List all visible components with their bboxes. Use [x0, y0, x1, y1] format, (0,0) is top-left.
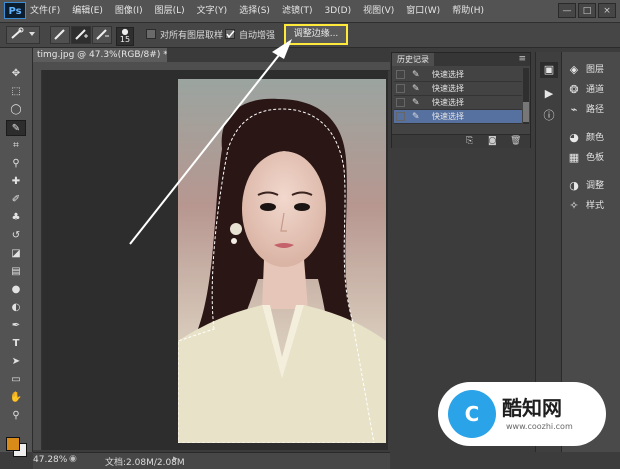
trash-icon[interactable]: 🗑	[510, 135, 521, 148]
quick-selection-brush-icon: ✎	[412, 84, 420, 94]
quick-selection-brush-icon: ✎	[412, 98, 420, 108]
swatches-grid-icon: ▦	[568, 151, 580, 164]
history-scrollbar[interactable]	[523, 68, 529, 124]
history-item-label: 快速选择	[432, 98, 464, 107]
panel-channels[interactable]: ❂ 通道	[566, 82, 620, 98]
status-menu-arrow-icon[interactable]: ▸	[173, 454, 178, 464]
styles-icon: ✧	[569, 199, 579, 212]
info-panel-icon[interactable]: ⓘ	[540, 108, 558, 124]
history-item-label: 快速选择	[432, 70, 464, 79]
panel-channels-label: 通道	[586, 85, 605, 95]
history-panel-footer: ⎘ ◙ 🗑	[392, 134, 530, 148]
history-checkbox[interactable]	[396, 98, 405, 107]
panel-color[interactable]: ◕ 颜色	[566, 130, 620, 146]
panel-color-label: 颜色	[586, 133, 605, 143]
history-scrollbar-thumb[interactable]	[523, 102, 529, 122]
history-item[interactable]: ✎ 快速选择	[394, 96, 522, 110]
history-item-selected[interactable]: ✎ 快速选择	[394, 110, 522, 124]
coozhi-logo-icon: C	[448, 390, 496, 438]
watermark-name: 酷知网	[502, 396, 562, 420]
color-palette-icon: ◕	[569, 131, 579, 144]
paths-icon: ⌁	[570, 103, 578, 116]
adjustments-icon: ◑	[569, 179, 579, 192]
panel-layers[interactable]: ◈ 图层	[566, 62, 620, 78]
panel-styles-label: 样式	[586, 201, 605, 211]
history-item-label: 快速选择	[432, 84, 464, 93]
panel-menu-icon[interactable]: ≡	[518, 53, 526, 66]
layers-icon: ◈	[569, 63, 579, 76]
channels-icon: ❂	[569, 83, 579, 96]
history-panel-icon[interactable]: ▣	[540, 62, 558, 78]
history-tab[interactable]: 历史记录	[392, 53, 434, 66]
snapshot-camera-icon[interactable]: ◙	[488, 135, 497, 148]
panel-paths-label: 路径	[586, 105, 605, 115]
panel-swatches[interactable]: ▦ 色板	[566, 150, 620, 166]
history-panel: 历史记录 ≡ ✎ 快速选择 ✎ 快速选择 ✎ 快速选择 ✎ 快速选择 ⎘ ◙ 🗑	[391, 52, 531, 148]
history-item[interactable]: ✎ 快速选择	[394, 82, 522, 96]
zoom-level[interactable]: 47.28%	[33, 455, 67, 465]
panel-adjustments-label: 调整	[586, 181, 605, 191]
watermark-url: www.coozhi.com	[506, 422, 573, 431]
history-checkbox[interactable]	[396, 84, 405, 93]
coozhi-watermark: C 酷知网 www.coozhi.com	[438, 382, 606, 446]
new-document-from-state-icon[interactable]: ⎘	[466, 135, 473, 148]
quick-selection-brush-icon: ✎	[412, 112, 420, 122]
panel-swatches-label: 色板	[586, 153, 605, 163]
panel-adjustments[interactable]: ◑ 调整	[566, 178, 620, 194]
history-checkbox[interactable]	[396, 70, 405, 79]
status-info-icon[interactable]: ◉	[69, 454, 77, 464]
panel-paths[interactable]: ⌁ 路径	[566, 102, 620, 118]
panel-styles[interactable]: ✧ 样式	[566, 198, 620, 214]
history-item-label: 快速选择	[432, 112, 464, 121]
quick-selection-brush-icon: ✎	[412, 70, 420, 80]
status-bar: 47.28% ◉ 文档:2.08M/2.08M ▸	[33, 452, 390, 469]
history-panel-header: 历史记录 ≡	[392, 53, 530, 66]
history-checkbox[interactable]	[396, 112, 405, 121]
actions-panel-icon[interactable]: ▶	[540, 86, 558, 102]
history-item[interactable]: ✎ 快速选择	[394, 68, 522, 82]
panel-layers-label: 图层	[586, 65, 605, 75]
